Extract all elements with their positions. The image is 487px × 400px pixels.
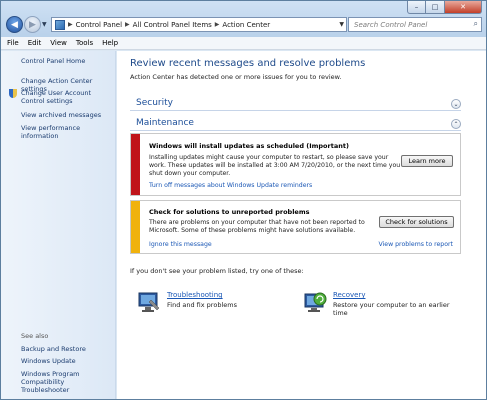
page-subtitle: Action Center has detected one or more i… xyxy=(130,73,342,81)
menu-edit[interactable]: Edit xyxy=(28,39,42,47)
chevron-down-icon[interactable]: ⌄ xyxy=(451,99,461,109)
alert-title: Windows will install updates as schedule… xyxy=(149,142,349,150)
see-also-heading: See also xyxy=(21,332,49,340)
recovery-description: Restore your computer to an earlier time xyxy=(333,301,450,317)
troubleshooting-link[interactable]: Troubleshooting xyxy=(167,291,223,299)
control-panel-icon xyxy=(55,19,65,30)
address-dropdown-icon[interactable]: ▼ xyxy=(339,21,344,28)
see-also-backup-restore[interactable]: Backup and Restore xyxy=(21,345,113,353)
troubleshooting-icon xyxy=(138,292,160,312)
chevron-up-icon[interactable]: ⌃ xyxy=(451,119,461,129)
section-security-label[interactable]: Security xyxy=(136,98,173,108)
recovery-icon xyxy=(304,292,327,312)
page-title: Review recent messages and resolve probl… xyxy=(130,58,366,69)
close-button[interactable]: ✕ xyxy=(445,1,482,14)
sidebar-change-uac-settings[interactable]: Change User Account Control settings xyxy=(21,89,113,105)
recent-pages-dropdown-icon[interactable]: ▼ xyxy=(42,21,47,28)
search-placeholder: Search Control Panel xyxy=(354,20,428,29)
alert-title: Check for solutions to unreported proble… xyxy=(149,208,310,216)
breadcrumb-separator-icon[interactable]: ▶ xyxy=(215,21,220,28)
maximize-button[interactable]: □ xyxy=(426,1,445,14)
learn-more-button[interactable]: Learn more xyxy=(401,155,453,167)
breadcrumb-all-items[interactable]: All Control Panel Items xyxy=(133,21,212,29)
search-input[interactable]: Search Control Panel ⌕ xyxy=(348,17,482,32)
section-maintenance-label[interactable]: Maintenance xyxy=(136,118,194,128)
menu-bar: File Edit View Tools Help xyxy=(1,37,486,50)
back-arrow-icon[interactable]: ◀ xyxy=(6,16,23,33)
main-content: Review recent messages and resolve probl… xyxy=(117,51,486,399)
alert-unreported-problems: Check for solutions to unreported proble… xyxy=(130,200,461,254)
section-security[interactable]: Security ⌄ xyxy=(130,96,461,111)
check-for-solutions-button[interactable]: Check for solutions xyxy=(379,216,454,228)
section-maintenance[interactable]: Maintenance ⌃ xyxy=(130,116,461,131)
breadcrumb-action-center[interactable]: Action Center xyxy=(222,21,270,29)
try-these-text: If you don't see your problem listed, tr… xyxy=(130,267,304,275)
menu-view[interactable]: View xyxy=(50,39,67,47)
ignore-message-link[interactable]: Ignore this message xyxy=(149,241,212,248)
sidebar-control-panel-home[interactable]: Control Panel Home xyxy=(21,57,113,65)
see-also-windows-update[interactable]: Windows Update xyxy=(21,357,113,365)
alert-severity-stripe-red xyxy=(131,134,140,195)
recovery-link[interactable]: Recovery xyxy=(333,291,365,299)
sidebar-view-performance-information[interactable]: View performance information xyxy=(21,124,113,140)
window-controls: – □ ✕ xyxy=(407,1,482,14)
forward-arrow-icon[interactable]: ▶ xyxy=(24,16,41,33)
breadcrumb-separator-icon[interactable]: ▶ xyxy=(125,21,130,28)
breadcrumb-control-panel[interactable]: Control Panel xyxy=(76,21,122,29)
troubleshooting-description: Find and fix problems xyxy=(167,301,237,309)
view-problems-to-report-link[interactable]: View problems to report xyxy=(378,241,453,248)
alert-severity-stripe-yellow xyxy=(131,201,140,253)
address-bar[interactable]: ▶ Control Panel ▶ All Control Panel Item… xyxy=(51,17,347,32)
action-center-window: – □ ✕ ◀ ▶ ▼ ▶ Control Panel ▶ All Contro… xyxy=(0,0,487,400)
sidebar-view-archived-messages[interactable]: View archived messages xyxy=(21,111,113,119)
sidebar: Control Panel Home Change Action Center … xyxy=(1,51,116,399)
turn-off-update-reminders-link[interactable]: Turn off messages about Windows Update r… xyxy=(149,182,312,189)
alert-body: There are problems on your computer that… xyxy=(149,219,365,234)
alert-body: Installing updates might cause your comp… xyxy=(149,154,401,177)
search-icon[interactable]: ⌕ xyxy=(474,19,478,29)
breadcrumb-separator-icon[interactable]: ▶ xyxy=(68,21,73,28)
menu-tools[interactable]: Tools xyxy=(76,39,93,47)
title-bar: – □ ✕ ◀ ▶ ▼ ▶ Control Panel ▶ All Contro… xyxy=(1,1,486,37)
uac-shield-icon xyxy=(9,89,17,98)
recovery-tool[interactable]: Recovery Restore your computer to an ear… xyxy=(303,291,473,323)
minimize-button[interactable]: – xyxy=(407,1,426,14)
see-also-compat-troubleshooter[interactable]: Windows Program Compatibility Troublesho… xyxy=(21,370,113,394)
troubleshooting-tool[interactable]: Troubleshooting Find and fix problems xyxy=(137,291,297,315)
menu-help[interactable]: Help xyxy=(102,39,118,47)
alert-windows-update: Windows will install updates as schedule… xyxy=(130,133,461,196)
menu-file[interactable]: File xyxy=(7,39,19,47)
